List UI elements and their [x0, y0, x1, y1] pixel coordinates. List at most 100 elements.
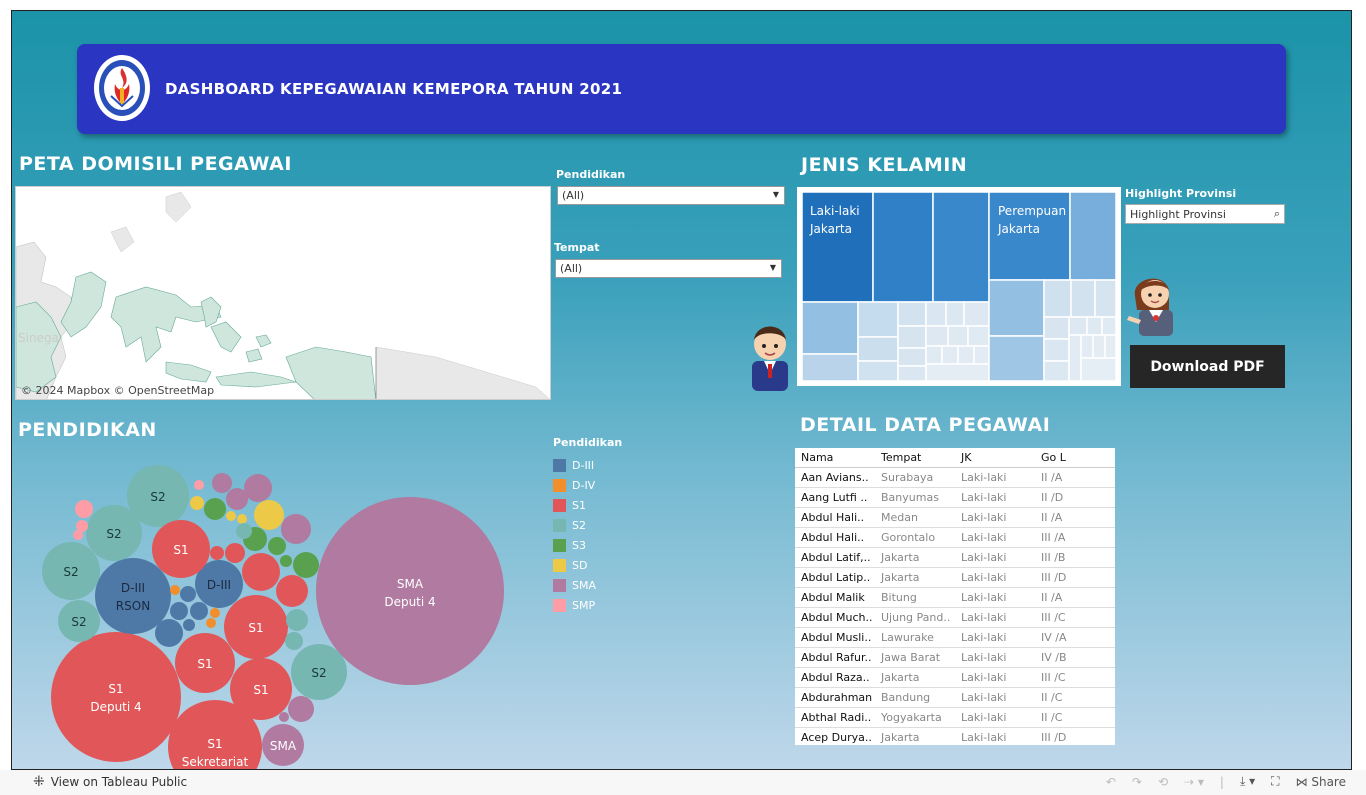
- treemap-cell[interactable]: [1092, 334, 1106, 359]
- bubble-d3-small[interactable]: [183, 619, 195, 631]
- legend-item[interactable]: SMA: [553, 575, 622, 595]
- treemap-cell[interactable]: [925, 345, 943, 365]
- treemap-cell[interactable]: [872, 192, 934, 303]
- table-row[interactable]: Abdul Malik Bitung Laki-laki II /A: [795, 588, 1115, 608]
- bubble-smp[interactable]: [73, 530, 83, 540]
- treemap-cell[interactable]: [857, 336, 899, 362]
- undo-icon[interactable]: ↶: [1106, 775, 1116, 789]
- treemap-cell[interactable]: [925, 301, 947, 327]
- treemap-cell[interactable]: [1080, 334, 1094, 359]
- legend-item[interactable]: S3: [553, 535, 622, 555]
- bubble-sd[interactable]: [226, 511, 236, 521]
- treemap-cell[interactable]: [1080, 357, 1116, 381]
- table-row[interactable]: Abdul Much.. Ujung Pand.. Laki-laki III /C: [795, 608, 1115, 628]
- bubble-s1-deputi4[interactable]: [51, 632, 181, 762]
- bubble-smp[interactable]: [75, 500, 93, 518]
- legend-item[interactable]: S2: [553, 515, 622, 535]
- redo-icon[interactable]: ↷: [1132, 775, 1142, 789]
- bubble-d4[interactable]: [206, 618, 216, 628]
- table-row[interactable]: Aan Avians.. Surabaya Laki-laki II /A: [795, 468, 1115, 488]
- bubble-sd[interactable]: [254, 500, 284, 530]
- table-row[interactable]: Abdurahman Bandung Laki-laki II /C: [795, 688, 1115, 708]
- treemap-cell[interactable]: [1068, 316, 1088, 336]
- fullscreen-icon[interactable]: ⛶: [1271, 774, 1279, 789]
- gender-treemap[interactable]: Laki-laki Jakarta Perempuan Jakarta: [797, 187, 1121, 386]
- treemap-cell[interactable]: [945, 301, 965, 327]
- table-row[interactable]: Acep Durya.. Jakarta Laki-laki III /D: [795, 728, 1115, 745]
- treemap-cell[interactable]: [1104, 334, 1116, 359]
- table-row[interactable]: Abdul Latip.. Jakarta Laki-laki III /D: [795, 568, 1115, 588]
- legend-item[interactable]: S1: [553, 495, 622, 515]
- table-row[interactable]: Abdul Hali.. Medan Laki-laki II /A: [795, 508, 1115, 528]
- table-row[interactable]: Abthal Radi.. Yogyakarta Laki-laki II /C: [795, 708, 1115, 728]
- treemap-cell[interactable]: [941, 345, 959, 365]
- bubble-sma-small[interactable]: [279, 712, 289, 722]
- bubble-sma-small[interactable]: [212, 473, 232, 493]
- bubble-sma-small[interactable]: [288, 696, 314, 722]
- employee-detail-table[interactable]: Nama Tempat JK Go L Aan Avians.. Surabaya…: [795, 448, 1115, 745]
- bubble-s2-small[interactable]: [285, 632, 303, 650]
- table-row[interactable]: Abdul Raza.. Jakarta Laki-laki III /C: [795, 668, 1115, 688]
- download-pdf-button[interactable]: Download PDF: [1130, 345, 1285, 388]
- bubble-sma-small[interactable]: [244, 474, 272, 502]
- treemap-cell[interactable]: [897, 365, 927, 381]
- treemap-cell[interactable]: [1086, 316, 1103, 336]
- treemap-cell[interactable]: [963, 301, 990, 327]
- treemap-cell[interactable]: [925, 363, 990, 381]
- bubble-sma-small[interactable]: [281, 514, 311, 544]
- bubble-s1-small[interactable]: [242, 553, 280, 591]
- download-icon[interactable]: ⤓ ▾: [1240, 774, 1255, 789]
- column-header-tempat[interactable]: Tempat: [875, 451, 955, 464]
- refresh-icon[interactable]: ⇢ ▾: [1184, 775, 1204, 789]
- bubble-sd[interactable]: [237, 514, 247, 524]
- view-on-tableau-link[interactable]: ⁜ View on Tableau Public: [33, 774, 187, 790]
- bubble-sma-deputi4[interactable]: [316, 497, 504, 685]
- highlight-provinsi-input[interactable]: Highlight Provinsi ⌕: [1125, 204, 1285, 224]
- treemap-cell[interactable]: [1043, 338, 1070, 362]
- map-canvas[interactable]: Sinega: [16, 187, 551, 400]
- treemap-cell[interactable]: [947, 325, 969, 347]
- bubble-d3-small[interactable]: [170, 602, 188, 620]
- domicile-map[interactable]: Sinega © 2024 Mapbox © OpenStreetMap: [15, 186, 551, 400]
- table-row[interactable]: Abdul Musli.. Lawurake Laki-laki IV /A: [795, 628, 1115, 648]
- table-row[interactable]: Abdul Latif,.. Jakarta Laki-laki III /B: [795, 548, 1115, 568]
- treemap-cell[interactable]: [1070, 279, 1096, 318]
- legend-item[interactable]: SMP: [553, 595, 622, 615]
- revert-icon[interactable]: ⟲: [1158, 775, 1168, 789]
- treemap-cell[interactable]: [957, 345, 975, 365]
- bubble-s1-small[interactable]: [225, 543, 245, 563]
- treemap-cell[interactable]: [897, 325, 927, 349]
- treemap-cell[interactable]: [897, 347, 927, 367]
- treemap-cell[interactable]: [1043, 279, 1072, 318]
- treemap-cell[interactable]: [897, 301, 927, 327]
- column-header-nama[interactable]: Nama: [795, 451, 875, 464]
- treemap-cell[interactable]: [1043, 360, 1070, 381]
- bubble-d3-small[interactable]: [155, 619, 183, 647]
- pendidikan-filter-dropdown[interactable]: (All) ▼: [557, 186, 785, 205]
- treemap-cell[interactable]: [988, 335, 1045, 381]
- tempat-filter-dropdown[interactable]: (All) ▼: [555, 259, 782, 278]
- bubble-s1-small[interactable]: [276, 575, 308, 607]
- treemap-cell[interactable]: [802, 301, 859, 355]
- treemap-cell[interactable]: [932, 192, 990, 303]
- treemap-cell[interactable]: [857, 301, 899, 338]
- treemap-cell[interactable]: [925, 325, 949, 347]
- bubble-d3-rson[interactable]: [95, 558, 171, 634]
- column-header-jk[interactable]: JK: [955, 451, 1035, 464]
- legend-item[interactable]: SD: [553, 555, 622, 575]
- bubble-s3[interactable]: [293, 552, 319, 578]
- table-row[interactable]: Aang Lutfi .. Banyumas Laki-laki II /D: [795, 488, 1115, 508]
- share-button[interactable]: ⋈ Share: [1296, 775, 1346, 789]
- treemap-cell[interactable]: [1043, 316, 1070, 340]
- education-bubble-chart[interactable]: SMA Deputi 4 S1 Deputi 4 S1 Sekretariat …: [12, 441, 532, 770]
- bubble-smp[interactable]: [194, 480, 204, 490]
- bubble-s2-small[interactable]: [286, 609, 308, 631]
- legend-item[interactable]: D-III: [553, 455, 622, 475]
- treemap-cell[interactable]: [988, 279, 1045, 337]
- treemap-cell[interactable]: [1068, 334, 1082, 381]
- bubble-d4[interactable]: [210, 608, 220, 618]
- table-row[interactable]: Abdul Hali.. Gorontalo Laki-laki III /A: [795, 528, 1115, 548]
- treemap-cell[interactable]: [857, 360, 899, 381]
- bubble-s3[interactable]: [204, 498, 226, 520]
- bubble-d4[interactable]: [170, 585, 180, 595]
